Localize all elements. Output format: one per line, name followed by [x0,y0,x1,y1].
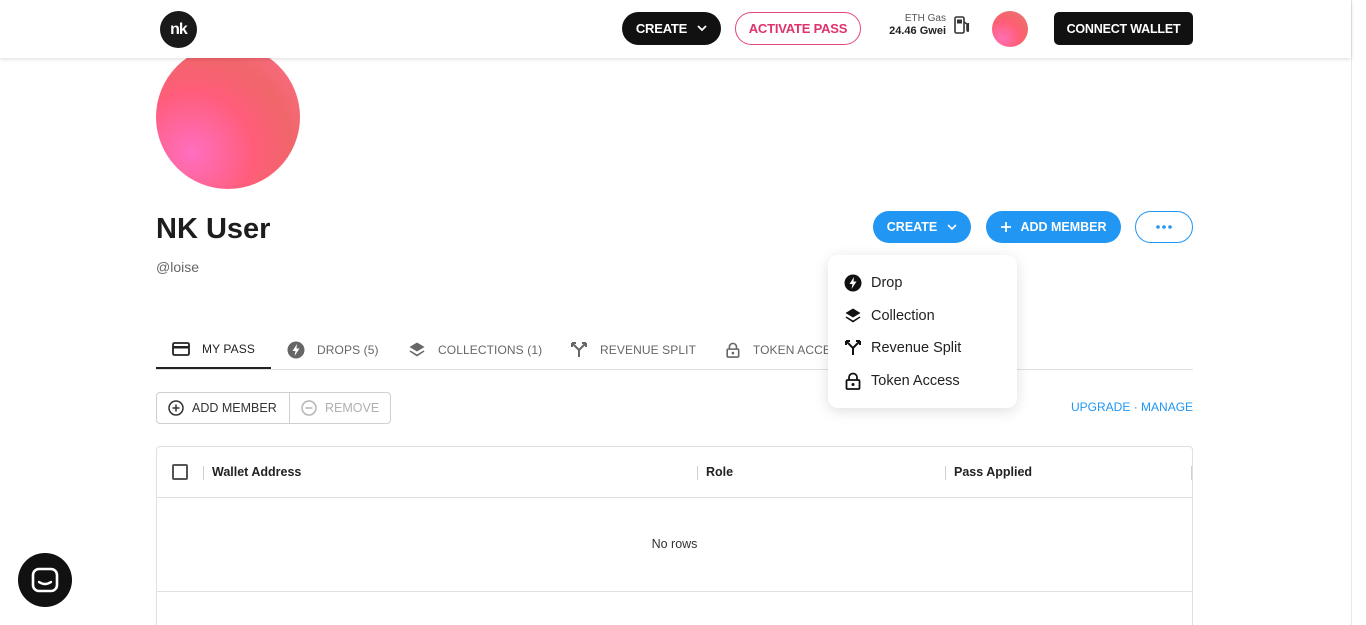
column-separator[interactable] [1191,466,1192,480]
menu-item-revenue-split[interactable]: Revenue Split [828,332,1017,365]
menu-item-label: Collection [871,307,935,324]
column-separator[interactable] [945,466,946,480]
add-member-button[interactable]: ADD MEMBER [986,211,1121,243]
upgrade-link[interactable]: UPGRADE [1071,400,1130,414]
add-member-label: ADD MEMBER [1020,220,1107,234]
chevron-down-icon [697,25,707,32]
profile-tabs: MY PASS DROPS (5) COLLECTIONS (1) REVENU… [156,330,1193,370]
create-button-label: CREATE [886,220,938,234]
table-footer-divider [157,591,1192,592]
members-table: Wallet Address Role Pass Applied No rows [156,446,1193,625]
column-separator[interactable] [697,466,698,480]
tab-label: MY PASS [202,341,255,356]
activate-pass-button[interactable]: ACTIVATE PASS [735,12,861,45]
tab-label: COLLECTIONS (1) [438,342,543,357]
minus-circle-icon [301,400,317,416]
split-icon [845,340,861,356]
tab-revenue-split[interactable]: REVENUE SPLIT [570,330,696,369]
menu-item-label: Drop [871,275,903,292]
toolbar-remove-label: REMOVE [325,401,380,415]
menu-item-drop[interactable]: Drop [828,267,1017,300]
chat-launcher-button[interactable] [18,553,72,607]
tab-token-access[interactable]: TOKEN ACCE [725,330,831,369]
column-header-pass-applied[interactable]: Pass Applied [954,465,1032,479]
gas-indicator: ETH Gas 24.46 Gwei [874,13,946,37]
bolt-icon [287,341,305,358]
more-horizontal-icon [1156,225,1172,229]
empty-state: No rows [651,537,698,551]
menu-item-token-access[interactable]: Token Access [828,365,1017,398]
profile-name: NK User [156,213,271,245]
toolbar-add-member-label: ADD MEMBER [192,401,277,415]
lock-icon [845,372,861,390]
table-header: Wallet Address Role Pass Applied [157,447,1192,498]
header-create-label: CREATE [635,21,688,36]
plus-icon [1001,222,1012,232]
more-options-button[interactable] [1135,211,1193,243]
tab-label: DROPS (5) [317,342,379,357]
tab-my-pass[interactable]: MY PASS [156,330,271,369]
profile-handle: @loise [156,259,200,275]
create-button[interactable]: CREATE [873,211,971,243]
toolbar-add-member-button[interactable]: ADD MEMBER [157,393,290,423]
menu-item-label: Revenue Split [871,340,962,357]
profile-avatar [156,45,300,189]
layers-icon [409,342,425,356]
logo[interactable]: nk [160,11,197,48]
create-dropdown-menu: Drop Collection Revenue Split Token Acce… [828,255,1017,408]
member-actions-group: ADD MEMBER REMOVE [156,392,391,424]
gas-pump-icon [954,16,970,34]
manage-link[interactable]: MANAGE [1141,400,1193,414]
menu-item-label: Token Access [871,372,960,389]
bolt-icon [844,274,862,292]
layers-icon [845,308,861,323]
menu-item-collection[interactable]: Collection [828,300,1017,333]
upgrade-manage-links: UPGRADE · MANAGE [1071,400,1193,414]
tab-drops[interactable]: DROPS (5) [287,330,379,369]
scrollbar[interactable] [1351,0,1366,625]
top-navbar: nk CREATE ACTIVATE PASS ETH Gas 24.46 Gw… [0,0,1351,58]
column-header-wallet-address[interactable]: Wallet Address [212,465,301,479]
gas-label: ETH Gas [904,13,946,24]
connect-wallet-label: CONNECT WALLET [1066,21,1181,36]
tab-label: TOKEN ACCE [752,342,831,357]
connect-wallet-button[interactable]: CONNECT WALLET [1054,12,1193,45]
card-icon [172,341,190,356]
lock-icon [726,342,740,358]
chat-icon [31,567,59,593]
column-header-role[interactable]: Role [706,465,733,479]
plus-circle-icon [168,400,184,416]
column-separator[interactable] [203,466,204,480]
link-separator: · [1133,400,1138,414]
tab-label: REVENUE SPLIT [600,342,696,357]
chevron-down-icon [947,223,957,230]
gas-value: 24.46 Gwei [889,25,946,37]
select-all-checkbox[interactable] [172,464,188,480]
user-avatar[interactable] [992,11,1028,47]
toolbar-remove-button[interactable]: REMOVE [290,393,379,423]
tab-collections[interactable]: COLLECTIONS (1) [408,330,542,369]
split-icon [571,341,587,357]
activate-pass-label: ACTIVATE PASS [748,21,848,36]
header-create-button[interactable]: CREATE [622,12,721,45]
